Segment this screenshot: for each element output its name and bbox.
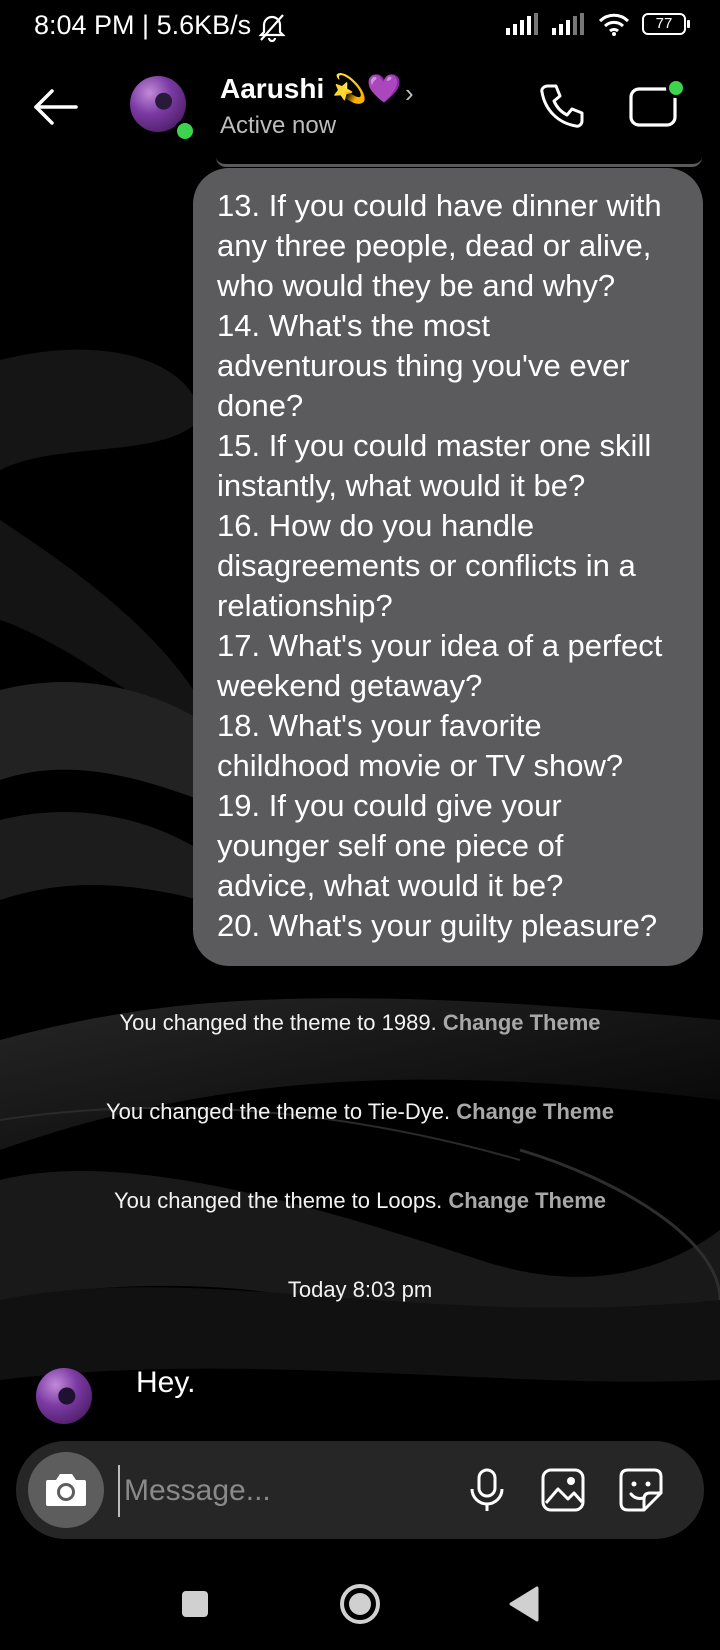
change-theme-link[interactable]: Change Theme bbox=[448, 1188, 606, 1213]
system-message-text: You changed the theme to 1989. bbox=[119, 1010, 437, 1035]
message-line: relationship? bbox=[217, 588, 393, 623]
camera-icon bbox=[46, 1474, 86, 1506]
system-nav-bar bbox=[0, 1560, 720, 1650]
message-line: 19. If you could give your bbox=[217, 788, 562, 823]
message-line: 17. What's your idea of a perfect bbox=[217, 628, 663, 663]
message-line: 15. If you could master one skill bbox=[217, 428, 652, 463]
incoming-message[interactable]: Hey. bbox=[136, 1366, 195, 1400]
message-line: done? bbox=[217, 388, 304, 423]
bell-muted-icon bbox=[258, 14, 286, 42]
status-bar: 8:04 PM | 5.6KB/s 77 bbox=[0, 0, 720, 54]
phone-icon[interactable] bbox=[536, 80, 588, 132]
chevron-right-icon[interactable]: › bbox=[405, 78, 414, 109]
incoming-avatar[interactable] bbox=[36, 1368, 92, 1424]
contact-status: Active now bbox=[220, 112, 337, 139]
status-time-speed: 8:04 PM | 5.6KB/s bbox=[34, 10, 252, 40]
signal-icon bbox=[506, 13, 538, 35]
system-message-theme-tiedye: You changed the theme to Tie-Dye. Change… bbox=[0, 1099, 720, 1125]
video-call-button[interactable] bbox=[628, 78, 686, 132]
message-composer bbox=[16, 1441, 704, 1539]
back-arrow-icon[interactable] bbox=[30, 82, 80, 132]
signal-icon-2 bbox=[552, 13, 584, 35]
previous-bubble-edge bbox=[216, 150, 702, 167]
message-line: instantly, what would it be? bbox=[217, 468, 586, 503]
microphone-icon[interactable] bbox=[462, 1465, 512, 1515]
home-circle-icon[interactable] bbox=[330, 1574, 390, 1634]
message-line: younger self one piece of bbox=[217, 828, 564, 863]
contact-name-emoji: 💫💜 bbox=[332, 73, 402, 104]
message-line: weekend getaway? bbox=[217, 668, 483, 703]
message-line: 13. If you could have dinner with bbox=[217, 188, 662, 223]
recents-square-icon[interactable] bbox=[165, 1574, 225, 1634]
battery-indicator: 77 bbox=[642, 13, 690, 35]
contact-avatar[interactable] bbox=[130, 76, 196, 142]
system-message-theme-loops: You changed the theme to Loops. Change T… bbox=[0, 1188, 720, 1214]
chat-screen: 8:04 PM | 5.6KB/s 77 Aarushi 💫💜 › Active… bbox=[0, 0, 720, 1650]
online-indicator bbox=[174, 120, 196, 142]
change-theme-link[interactable]: Change Theme bbox=[456, 1099, 614, 1124]
message-line: advice, what would it be? bbox=[217, 868, 564, 903]
message-line: 18. What's your favorite bbox=[217, 708, 542, 743]
back-triangle-icon[interactable] bbox=[495, 1574, 555, 1634]
message-line: 16. How do you handle bbox=[217, 508, 535, 543]
system-message-text: You changed the theme to Loops. bbox=[113, 1188, 443, 1213]
camera-button[interactable] bbox=[28, 1452, 104, 1528]
message-line: 14. What's the most bbox=[217, 308, 490, 343]
system-message-theme-1989: You changed the theme to 1989. Change Th… bbox=[0, 1010, 720, 1036]
outgoing-message-bubble[interactable]: 13. If you could have dinner with any thr… bbox=[193, 168, 703, 966]
chat-header: Aarushi 💫💜 › Active now bbox=[0, 62, 720, 162]
message-timestamp: Today 8:03 pm bbox=[287, 1277, 433, 1302]
contact-name[interactable]: Aarushi 💫💜 bbox=[220, 72, 402, 105]
system-message-text: You changed the theme to Tie-Dye. bbox=[106, 1099, 451, 1124]
change-theme-link[interactable]: Change Theme bbox=[443, 1010, 601, 1035]
message-line: childhood movie or TV show? bbox=[217, 748, 624, 783]
message-line: adventurous thing you've ever bbox=[217, 348, 630, 383]
message-line: 20. What's your guilty pleasure? bbox=[217, 908, 658, 943]
message-line: disagreements or conflicts in a bbox=[217, 548, 636, 583]
contact-name-text: Aarushi bbox=[220, 73, 325, 104]
sticker-icon[interactable] bbox=[616, 1465, 666, 1515]
message-line: who would they be and why? bbox=[217, 268, 616, 303]
video-online-dot bbox=[666, 78, 686, 98]
message-input[interactable] bbox=[118, 1465, 466, 1517]
image-icon[interactable] bbox=[538, 1465, 588, 1515]
wifi-icon bbox=[598, 13, 630, 36]
message-line: any three people, dead or alive, bbox=[217, 228, 652, 263]
